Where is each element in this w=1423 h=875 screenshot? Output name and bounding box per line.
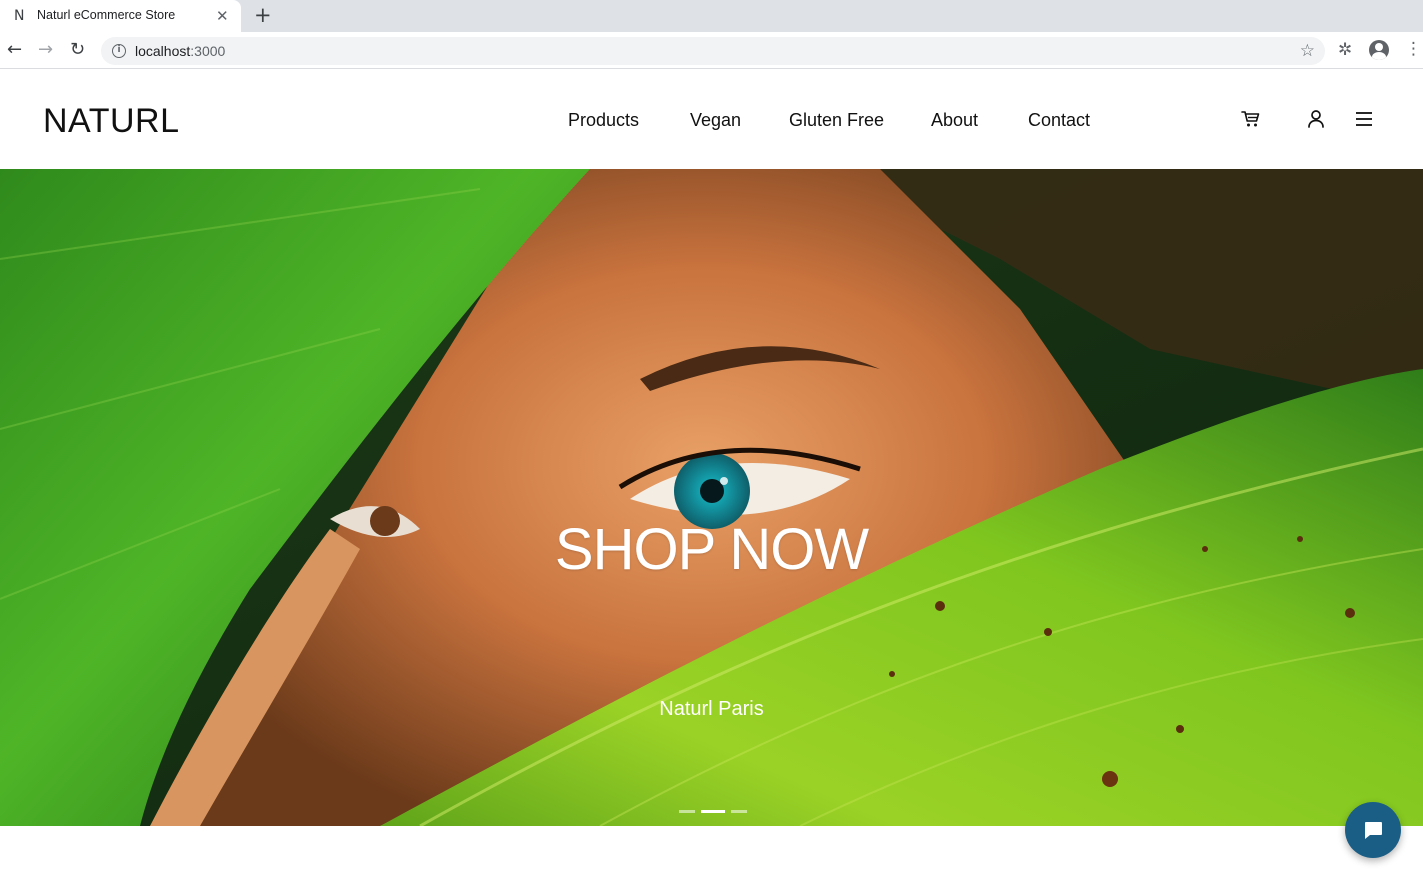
chat-bubble-icon [1365,822,1382,839]
nav-link-contact[interactable]: Contact [1028,110,1090,131]
kebab-menu-icon[interactable]: ⋮ [1405,39,1422,59]
hero-image [0,169,1423,826]
url-text[interactable]: localhost:3000 [135,43,225,59]
forward-arrow-icon[interactable]: → [38,39,53,60]
hamburger-icon[interactable] [1353,108,1375,130]
user-icon[interactable] [1305,108,1327,130]
puzzle-icon[interactable]: ✲ [1338,40,1352,60]
browser-toolbar: ← → ↻ i localhost:3000 ☆ ✲ ⋮ [0,32,1423,69]
url-port: :3000 [190,43,226,59]
back-arrow-icon[interactable]: ← [7,39,22,60]
carousel-indicator-1[interactable] [679,810,695,813]
carousel-indicator-3[interactable] [731,810,747,813]
nav-link-gluten-free[interactable]: Gluten Free [789,110,884,131]
hero-subtitle: Naturl Paris [659,698,764,720]
page-content-area [0,826,1423,875]
address-bar[interactable]: i localhost:3000 ☆ [101,37,1325,65]
carousel-indicator-2[interactable] [701,810,725,813]
browser-tab[interactable]: N Naturl eCommerce Store ✕ [0,0,241,32]
nav-link-products[interactable]: Products [568,110,639,131]
profile-icon[interactable] [1369,40,1389,60]
star-icon[interactable]: ☆ [1300,41,1315,61]
info-icon[interactable]: i [112,44,126,58]
site-header: NATURL Products Vegan Gluten Free About … [0,70,1423,169]
hero-title[interactable]: SHOP NOW [0,516,1423,583]
new-tab-icon[interactable]: + [254,3,272,27]
cart-icon[interactable] [1240,108,1262,130]
nav-link-about[interactable]: About [931,110,978,131]
nav-link-vegan[interactable]: Vegan [690,110,741,131]
hero-carousel[interactable]: SHOP NOW Naturl Paris [0,169,1423,826]
tab-favicon: N [14,8,25,24]
reload-icon[interactable]: ↻ [70,39,85,60]
tab-close-icon[interactable]: ✕ [216,7,229,25]
browser-tab-bar: N Naturl eCommerce Store ✕ + [0,0,1423,32]
tab-title: Naturl eCommerce Store [37,8,176,22]
site-logo[interactable]: NATURL [43,102,180,141]
chat-button[interactable] [1345,802,1401,858]
url-host: localhost [135,43,191,59]
